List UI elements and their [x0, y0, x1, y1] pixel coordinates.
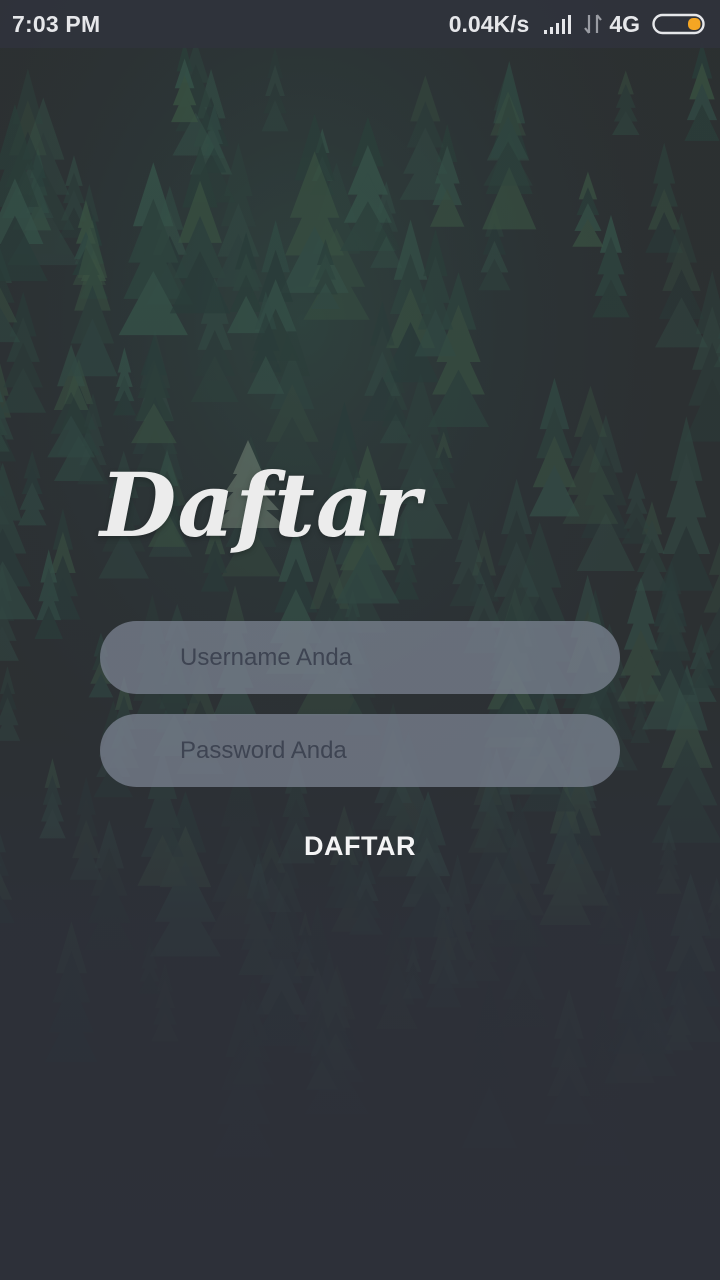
password-input[interactable]	[180, 736, 620, 765]
data-arrows-icon	[584, 14, 603, 34]
battery-icon	[652, 13, 705, 35]
username-input[interactable]	[180, 643, 620, 672]
status-time: 7:03 PM	[12, 10, 101, 37]
network-type: 4G	[609, 10, 640, 37]
signal-bars-icon	[544, 15, 572, 34]
status-indicators: 0.04K/s 4G	[449, 11, 706, 38]
register-button[interactable]: DAFTAR	[260, 816, 460, 876]
register-screen: 7:03 PM 0.04K/s 4G Daftar Username Anda …	[0, 0, 720, 1280]
network-speed: 0.04K/s	[448, 10, 530, 37]
page-title: Daftar	[100, 453, 422, 557]
status-bar: 7:03 PM 0.04K/s 4G	[0, 0, 720, 48]
username-field[interactable]	[100, 621, 620, 694]
password-field[interactable]	[100, 714, 620, 787]
